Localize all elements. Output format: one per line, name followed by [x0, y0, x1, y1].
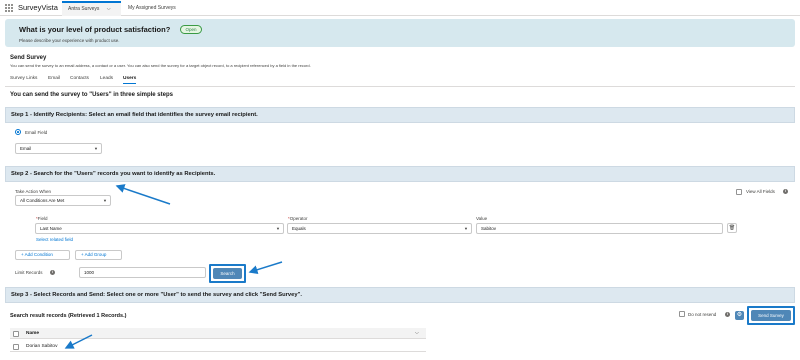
operator-label-text: Operator: [289, 216, 308, 221]
annotation-arrow-search: [248, 261, 283, 275]
tab-contacts[interactable]: Contacts: [70, 76, 89, 81]
email-field-radio-label: Email Field: [25, 130, 48, 135]
step3-header: Step 3 - Select Records and Send: Select…: [5, 287, 795, 303]
gear-icon: ⚙: [736, 312, 743, 318]
info-icon[interactable]: i: [725, 312, 730, 317]
field-label: *Field: [36, 216, 48, 221]
chevron-down-icon[interactable]: ⌵: [415, 330, 419, 336]
field-select[interactable]: Last Name ▼: [35, 223, 284, 234]
annotation-arrow-step2: [115, 184, 171, 205]
operator-select[interactable]: Equals ▼: [287, 223, 472, 234]
row-checkbox[interactable]: [13, 343, 19, 350]
survey-subtitle: Please describe your experience with pro…: [19, 38, 120, 43]
do-not-resend-checkbox[interactable]: [679, 311, 685, 317]
nav-tab-label: Antra Surveys: [68, 6, 100, 12]
send-survey-button[interactable]: Send Survey: [751, 310, 791, 321]
email-field-radio[interactable]: [15, 129, 21, 135]
tab-survey-links[interactable]: Survey Links: [10, 76, 37, 81]
view-all-fields-checkbox[interactable]: [736, 189, 742, 195]
limit-records-input[interactable]: 1000: [79, 267, 206, 278]
step1-title: Step 1 - Identify Recipients: Select an …: [11, 112, 258, 118]
search-button[interactable]: Search: [213, 268, 242, 279]
table-row: Dorian Sabitov: [10, 341, 426, 352]
trash-icon: 🗑: [728, 225, 736, 231]
row-name-cell: Dorian Sabitov: [26, 344, 58, 349]
do-not-resend-label: Do not resend: [688, 312, 717, 317]
send-survey-description: You can send the survey to an email addr…: [10, 63, 311, 68]
tab-users[interactable]: Users: [123, 76, 137, 84]
chevron-down-icon: ▼: [464, 226, 468, 231]
take-action-select[interactable]: All Conditions Are Met ▼: [15, 195, 111, 206]
app-launcher-icon[interactable]: [5, 4, 13, 12]
nav-tab-label: My Assigned Surveys: [128, 5, 176, 11]
step3-title: Step 3 - Select Records and Send: Select…: [11, 292, 302, 298]
limit-records-label: Limit Records: [15, 270, 43, 275]
step1-header: Step 1 - Identify Recipients: Select an …: [5, 107, 795, 123]
top-bar: SurveyVista Antra Surveys ⌵ My Assigned …: [0, 0, 800, 16]
results-table-header: Name ⌵: [10, 328, 426, 339]
chevron-down-icon: ▼: [94, 146, 98, 151]
status-badge: Open: [180, 25, 202, 34]
delete-condition-button[interactable]: 🗑: [727, 223, 737, 233]
survey-header-card: What is your level of product satisfacti…: [5, 19, 795, 47]
take-action-label: Take Action When: [15, 189, 52, 194]
app-name: SurveyVista: [18, 3, 58, 12]
nav-tab-my-assigned-surveys[interactable]: My Assigned Surveys: [122, 1, 182, 16]
email-field-select[interactable]: Email ▼: [15, 143, 102, 154]
column-header-name[interactable]: Name: [26, 331, 39, 336]
chevron-down-icon: ▼: [276, 226, 280, 231]
info-icon[interactable]: i: [50, 270, 55, 275]
take-action-value: All Conditions Are Met: [20, 198, 65, 203]
email-field-select-value: Email: [20, 146, 32, 151]
survey-title: What is your level of product satisfacti…: [19, 25, 171, 34]
chevron-down-icon: ▼: [103, 198, 107, 203]
add-condition-button[interactable]: + Add Condition: [15, 250, 70, 260]
select-all-checkbox[interactable]: [13, 330, 19, 337]
step2-header: Step 2 - Search for the "Users" records …: [5, 166, 795, 182]
step2-title: Step 2 - Search for the "Users" records …: [11, 171, 216, 177]
add-group-button[interactable]: + Add Group: [75, 250, 122, 260]
operator-label: *Operator: [288, 216, 308, 221]
field-label-text: Field: [37, 216, 48, 221]
select-related-field-link[interactable]: Select related field: [36, 237, 73, 242]
tab-email[interactable]: Email: [48, 76, 60, 81]
results-title: Search result records (Retrieved 1 Recor…: [10, 313, 127, 319]
value-label: Value: [476, 216, 488, 221]
steps-intro: You can send the survey to "Users" in th…: [10, 92, 173, 98]
settings-button[interactable]: ⚙: [735, 311, 744, 320]
nav-tab-antra-surveys[interactable]: Antra Surveys ⌵: [62, 1, 121, 16]
tabs-divider: [5, 86, 795, 87]
send-survey-title: Send Survey: [10, 55, 47, 61]
info-icon[interactable]: i: [783, 189, 788, 194]
operator-select-value: Equals: [292, 226, 306, 231]
field-select-value: Last Name: [40, 226, 62, 231]
chevron-down-icon[interactable]: ⌵: [107, 6, 111, 12]
view-all-fields-label: View All Fields: [746, 189, 775, 194]
tab-leads[interactable]: Leads: [100, 76, 113, 81]
value-input[interactable]: Sabitov: [476, 223, 723, 234]
